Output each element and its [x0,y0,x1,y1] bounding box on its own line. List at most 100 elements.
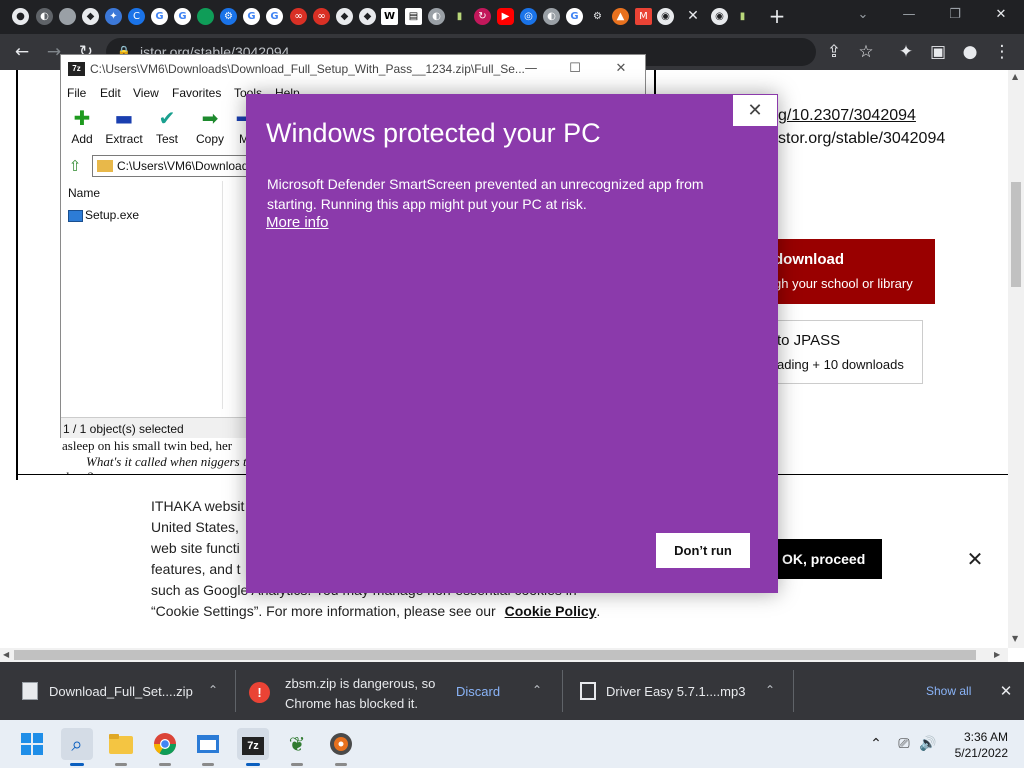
download-item[interactable]: Download_Full_Set....zip ⌃ [0,662,232,720]
windows-start-icon[interactable] [16,728,48,760]
warning-line: Chrome has blocked it. [285,696,418,711]
clock[interactable]: 3:36 AM 5/21/2022 [948,729,1008,761]
close-window-button[interactable]: ✕ [986,4,1016,26]
google-tab-icon[interactable]: G [151,8,168,25]
running-indicator [246,763,260,766]
app-window-icon[interactable] [192,728,224,760]
tab-icon[interactable]: ∞ [290,8,307,25]
menu-favorites[interactable]: Favorites [172,86,221,100]
tab-icon[interactable]: ▲ [612,8,629,25]
profile-icon[interactable]: ● [958,40,982,64]
download-button-label: download [774,251,844,268]
tray-overflow-chevron-icon[interactable]: ⌃ [866,734,886,754]
7zip-minimize-button[interactable]: — [521,60,541,78]
tab-search-icon[interactable]: ⌄ [848,4,878,26]
shield-tab-icon[interactable]: ◆ [359,8,376,25]
new-tab-button[interactable]: + [768,4,786,28]
download-item[interactable]: Driver Easy 5.7.1....mp3 ⌃ [566,662,792,720]
google-tab-icon[interactable]: G [243,8,260,25]
tab-icon[interactable] [197,8,214,25]
bookmark-star-icon[interactable]: ☆ [854,40,878,64]
tab-close-icon[interactable]: ✕ [686,6,700,26]
more-info-link[interactable]: More info [266,214,329,231]
scroll-left-arrow-icon[interactable]: ◀ [3,650,9,659]
menu-file[interactable]: File [67,86,86,100]
extensions-icon[interactable]: ✦ [894,40,918,64]
ok-proceed-button[interactable]: OK, proceed [762,539,882,579]
battery-tab-icon[interactable]: ▮ [451,8,468,25]
tab-icon[interactable]: ◎ [520,8,537,25]
menu-edit[interactable]: Edit [100,86,121,100]
google-tab-icon[interactable]: G [174,8,191,25]
tab-icon[interactable]: ✦ [105,8,122,25]
cookie-text: “Cookie Settings”. For more information,… [151,603,496,619]
7zip-maximize-button[interactable]: ☐ [565,60,585,78]
google-tab-icon[interactable]: G [566,8,583,25]
tab-icon[interactable]: ▤ [405,8,422,25]
share-icon[interactable]: ⇪ [822,40,846,64]
vertical-scroll-thumb[interactable] [1011,182,1021,287]
shield-tab-icon[interactable]: ◆ [82,8,99,25]
7zip-taskbar-icon[interactable]: 7z [237,728,269,760]
chevron-up-icon[interactable]: ⌃ [530,682,544,698]
tab-icon[interactable]: ∞ [313,8,330,25]
back-button[interactable]: ← [10,40,34,64]
battery-tab-icon[interactable]: ▮ [734,8,751,25]
column-divider[interactable] [222,181,223,409]
up-folder-icon[interactable]: ⇧ [64,157,86,175]
show-all-button[interactable]: Show all [926,684,971,698]
close-shelf-icon[interactable]: ✕ [997,681,1015,701]
volume-icon[interactable]: 🔊 [918,734,938,754]
search-icon[interactable]: ⌕ [61,728,93,760]
close-icon[interactable]: ✕ [732,94,778,127]
chevron-up-icon[interactable]: ⌃ [206,682,220,698]
tab-icon[interactable]: ↻ [474,8,491,25]
settings-tab-icon[interactable]: ⚙ [589,8,606,25]
network-icon[interactable]: ⎚ [894,734,914,754]
cookie-close-icon[interactable]: ✕ [964,547,986,571]
chrome-menu-icon[interactable]: ⋮ [990,40,1014,64]
chevron-up-icon[interactable]: ⌃ [763,682,777,698]
window-app-icon [197,735,219,753]
scroll-right-arrow-icon[interactable]: ▶ [994,650,1000,659]
running-indicator [159,763,171,766]
menu-view[interactable]: View [133,86,159,100]
youtube-tab-icon[interactable]: ▶ [497,8,514,25]
jpass-sublabel: ading + 10 downloads [777,357,904,372]
tab-icon[interactable]: ◐ [428,8,445,25]
discard-button[interactable]: Discard [456,684,500,699]
column-header-name[interactable]: Name [68,186,100,200]
scroll-down-arrow-icon[interactable]: ▼ [1012,634,1018,643]
cookie-policy-link[interactable]: Cookie Policy [505,603,597,619]
horizontal-scrollbar[interactable]: ◀ ▶ [0,648,1008,662]
restore-button[interactable]: ❐ [940,4,970,26]
tab-icon[interactable]: ◐ [36,8,53,25]
tab-icon[interactable] [59,8,76,25]
tab-icon[interactable]: ◐ [543,8,560,25]
wikipedia-tab-icon[interactable]: W [381,8,398,25]
tree-app-icon[interactable]: ❦ [281,728,313,760]
file-name: Setup.exe [85,208,140,222]
chrome-tab-icon[interactable]: ◉ [711,8,728,25]
shield-tab-icon[interactable]: ◆ [336,8,353,25]
gmail-tab-icon[interactable]: M [635,8,652,25]
7zip-close-button[interactable]: ✕ [611,60,631,78]
google-tab-icon[interactable]: G [266,8,283,25]
minimize-button[interactable]: — [894,4,924,26]
horizontal-scroll-thumb[interactable] [14,650,976,660]
clock-date: 5/21/2022 [954,746,1008,760]
scroll-up-arrow-icon[interactable]: ▲ [1012,72,1018,81]
doi-link[interactable]: g/10.2307/3042094 [778,107,916,125]
vertical-scrollbar[interactable]: ▲ ▼ [1008,70,1024,648]
tab-icon[interactable]: ⚙ [220,8,237,25]
tab-icon[interactable]: C [128,8,145,25]
7zip-title-bar[interactable]: 7z C:\Users\VM6\Downloads\Download_Full_… [61,55,645,83]
file-explorer-icon[interactable] [105,728,137,760]
side-panel-icon[interactable]: ▣ [926,40,950,64]
media-app-icon[interactable] [325,728,357,760]
github-tab-icon[interactable]: ● [12,8,29,25]
chrome-icon[interactable] [149,728,181,760]
chrome-logo-icon [154,733,176,755]
chrome-tab-icon[interactable]: ◉ [657,8,674,25]
dont-run-button[interactable]: Don’t run [656,533,750,568]
